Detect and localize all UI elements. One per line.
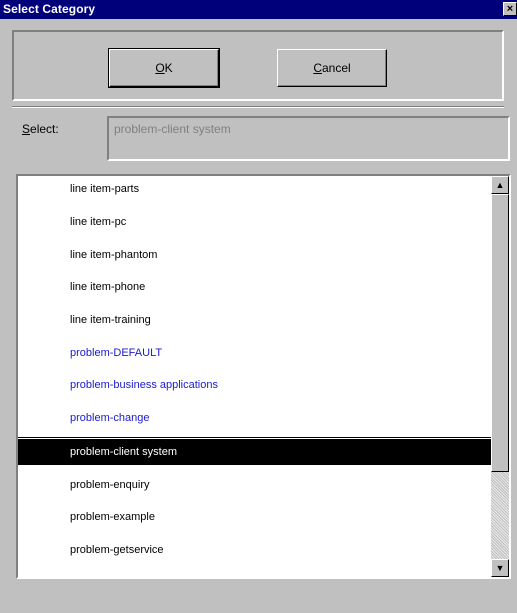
list-item[interactable]: line item-phantom (18, 242, 491, 268)
select-label: Select: (22, 122, 59, 136)
scroll-down-icon: ▼ (495, 563, 505, 573)
list-item[interactable]: line item-phone (18, 274, 491, 300)
button-panel: OK Cancel (12, 30, 504, 101)
close-icon: × (506, 3, 514, 15)
ok-label: K (164, 61, 173, 75)
ok-button[interactable]: OK (108, 48, 220, 88)
select-mnemonic: S (22, 122, 31, 136)
list-item[interactable]: problem-change (18, 405, 491, 431)
scroll-up-icon: ▲ (495, 180, 505, 190)
ok-mnemonic: O (155, 61, 165, 75)
category-list-body: line item-parts line item-pc line item-pha… (18, 176, 491, 577)
select-label-text: elect: (30, 122, 59, 136)
select-field[interactable]: problem-client system (107, 116, 510, 161)
separator (12, 106, 504, 108)
list-item[interactable]: problem-getservice (18, 537, 491, 563)
list-item[interactable]: problem-DEFAULT (18, 340, 491, 366)
list-item[interactable]: problem-example (18, 504, 491, 530)
category-list[interactable]: line item-parts line item-pc line item-pha… (16, 174, 511, 579)
cancel-button[interactable]: Cancel (277, 49, 387, 87)
list-item[interactable]: problem-business applications (18, 372, 491, 398)
title-bar: Select Category × (0, 0, 517, 19)
scroll-thumb[interactable] (491, 194, 509, 472)
list-item-selected[interactable]: problem-client system (18, 437, 491, 465)
close-button[interactable]: × (503, 2, 517, 16)
cancel-label: ancel (321, 61, 351, 75)
list-item[interactable]: problem-enquiry (18, 472, 491, 498)
list-item[interactable]: line item-pc (18, 209, 491, 235)
cancel-mnemonic: C (313, 61, 322, 75)
list-item[interactable]: line item-parts (18, 176, 491, 202)
list-scrollbar[interactable]: ▲ ▼ (491, 176, 509, 577)
scroll-up-button[interactable]: ▲ (491, 176, 509, 194)
list-item[interactable]: line item-training (18, 307, 491, 333)
scroll-down-button[interactable]: ▼ (491, 559, 509, 577)
window-title: Select Category (3, 2, 96, 16)
